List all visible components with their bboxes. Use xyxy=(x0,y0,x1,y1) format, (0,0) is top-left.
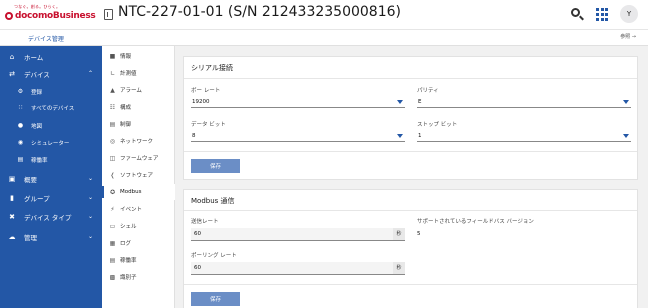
chevron-down-icon: ⌄ xyxy=(88,194,94,201)
bell-icon: ▲ xyxy=(110,86,115,94)
save-modbus-button[interactable]: 保存 xyxy=(191,292,240,306)
breadcrumb[interactable]: デバイス管理 xyxy=(28,34,64,43)
polling-rate-input[interactable]: 60 秒 xyxy=(191,262,405,275)
menu-item-control[interactable]: ▤ 制御 xyxy=(102,116,175,132)
dropdown-caret-icon xyxy=(623,134,629,138)
menu-item-modbus[interactable]: ✪ Modbus xyxy=(102,184,175,200)
logo-brand: docomoBusiness xyxy=(5,10,96,22)
device-icon xyxy=(104,9,113,20)
menu-item-network[interactable]: ◎ ネットワーク xyxy=(102,133,175,149)
page-title: NTC-227-01-01 (S/N 212433235000816) xyxy=(118,4,401,20)
folder-icon: ▮ xyxy=(10,193,14,202)
chevron-down-icon: ⌄ xyxy=(88,233,94,240)
logo-brand-suffix: Business xyxy=(52,11,96,21)
data-bits-label: データ ビット xyxy=(191,122,226,128)
sidebar-item-map[interactable]: ● 地図 xyxy=(0,118,102,133)
menu-item-info[interactable]: ■ 情報 xyxy=(102,48,175,64)
parity-select[interactable]: E xyxy=(417,96,631,108)
save-serial-button[interactable]: 保存 xyxy=(191,159,240,173)
seconds-unit: 秒 xyxy=(393,262,405,274)
sidebar-item-devices[interactable]: ⇄ デバイス ⌃ xyxy=(0,66,102,81)
tools-icon: ✖ xyxy=(9,212,15,221)
avatar[interactable]: Y xyxy=(620,5,638,23)
file-icon: ▦ xyxy=(109,239,116,247)
chart-icon: ▤ xyxy=(17,156,24,163)
dropdown-caret-icon xyxy=(397,100,403,104)
seconds-unit: 秒 xyxy=(393,228,405,240)
menu-item-identifiers[interactable]: ▩ 識別子 xyxy=(102,269,175,285)
card-title: Modbus 通信 xyxy=(191,197,235,205)
app-grid-icon[interactable] xyxy=(596,8,609,21)
sidebar-item-device-types[interactable]: ✖ デバイス タイプ ⌄ xyxy=(0,209,102,224)
sidebar-item-management[interactable]: ☁ 管理 ⌄ xyxy=(0,229,102,244)
menu-item-availability[interactable]: ▤ 稼働率 xyxy=(102,252,175,268)
devices-icon: ∷ xyxy=(18,104,23,111)
sidebar-item-home[interactable]: ⌂ ホーム xyxy=(0,49,102,64)
sidebar-item-simulator[interactable]: ◉ シミュレーター xyxy=(0,135,102,150)
menu-item-alarms[interactable]: ▲ アラーム xyxy=(102,82,175,98)
menu-item-measurements[interactable]: ∟ 計測値 xyxy=(102,65,175,81)
menu-item-software[interactable]: ❬ ソフトウェア xyxy=(102,167,175,183)
control-icon: ▤ xyxy=(109,120,116,128)
sidebar: ⌂ ホーム ⇄ デバイス ⌃ ⚙ 登録 ∷ すべてのデバイス ● 地図 ◉ シミ… xyxy=(0,46,102,308)
reference-link[interactable]: 参照 → xyxy=(620,33,636,40)
cloud-icon: ☁ xyxy=(8,232,16,241)
menu-item-firmware[interactable]: ◫ ファームウェア xyxy=(102,150,175,166)
register-icon: ⚙ xyxy=(17,88,24,95)
polling-rate-label: ポーリング レート xyxy=(191,253,237,259)
transmit-rate-label: 送信レート xyxy=(191,219,219,225)
code-icon: ❬ xyxy=(109,171,116,179)
sub-header: デバイス管理 参照 → xyxy=(0,30,648,46)
terminal-icon: ▭ xyxy=(109,222,116,230)
docomo-business-logo[interactable]: つなぐ。創る。ひらく。 docomoBusiness xyxy=(5,4,101,26)
firmware-icon: ◫ xyxy=(109,154,116,162)
sidebar-item-overview[interactable]: ▣ 概要 ⌄ xyxy=(0,171,102,186)
stop-bits-select[interactable]: 1 xyxy=(417,130,631,142)
home-icon: ⌂ xyxy=(9,52,15,61)
chart-icon: ▤ xyxy=(109,256,116,264)
config-icon: ☷ xyxy=(109,103,116,111)
events-icon: ⚡ xyxy=(110,205,115,213)
serial-connection-card: シリアル接続 ボー レート 19200 パリティ E データ ビット 8 ストッ… xyxy=(183,56,638,180)
chevron-down-icon: ⌄ xyxy=(88,213,94,220)
modbus-communication-card: Modbus 通信 送信レート 60 秒 サポートされているフィールドバス バー… xyxy=(183,189,638,308)
sidebar-item-groups[interactable]: ▮ グループ ⌄ xyxy=(0,190,102,205)
simulator-icon: ◉ xyxy=(17,139,24,146)
overview-icon: ▣ xyxy=(8,174,16,183)
map-pin-icon: ● xyxy=(17,122,24,129)
baud-rate-select[interactable]: 19200 xyxy=(191,96,405,108)
globe-icon: ◎ xyxy=(109,137,116,145)
data-bits-select[interactable]: 8 xyxy=(191,130,405,142)
device-menu: ■ 情報 ∟ 計測値 ▲ アラーム ☷ 構成 ▤ 制御 ◎ ネットワーク ◫ フ… xyxy=(102,46,175,308)
docomo-mark-icon xyxy=(5,12,13,20)
card-title: シリアル接続 xyxy=(191,64,233,72)
sidebar-item-availability[interactable]: ▤ 稼働率 xyxy=(0,152,102,167)
transmit-rate-input[interactable]: 60 秒 xyxy=(191,228,405,241)
parity-label: パリティ xyxy=(417,88,439,94)
fieldbus-version-value: 5 xyxy=(417,231,421,237)
info-icon: ■ xyxy=(109,52,116,60)
modbus-icon: ✪ xyxy=(109,188,116,196)
chevron-down-icon: ⌄ xyxy=(88,175,94,182)
search-icon[interactable] xyxy=(570,7,586,23)
baud-rate-label: ボー レート xyxy=(191,88,221,94)
stop-bits-label: ストップ ビット xyxy=(417,122,458,128)
dropdown-caret-icon xyxy=(623,100,629,104)
fieldbus-version-label: サポートされているフィールドバス バージョン xyxy=(417,219,534,225)
top-header: つなぐ。創る。ひらく。 docomoBusiness NTC-227-01-01… xyxy=(0,0,648,30)
logo-brand-prefix: docomo xyxy=(15,11,53,21)
menu-item-shell[interactable]: ▭ シェル xyxy=(102,218,175,234)
sidebar-item-all-devices[interactable]: ∷ すべてのデバイス xyxy=(0,100,102,115)
menu-item-logs[interactable]: ▦ ログ xyxy=(102,235,175,251)
dropdown-caret-icon xyxy=(397,134,403,138)
menu-item-configuration[interactable]: ☷ 構成 xyxy=(102,99,175,115)
sidebar-item-register[interactable]: ⚙ 登録 xyxy=(0,84,102,99)
line-chart-icon: ∟ xyxy=(109,69,116,77)
chevron-up-icon: ⌃ xyxy=(88,70,94,77)
menu-item-events[interactable]: ⚡ イベント xyxy=(102,201,175,217)
swap-icon: ⇄ xyxy=(9,69,15,78)
id-card-icon: ▩ xyxy=(109,273,116,281)
